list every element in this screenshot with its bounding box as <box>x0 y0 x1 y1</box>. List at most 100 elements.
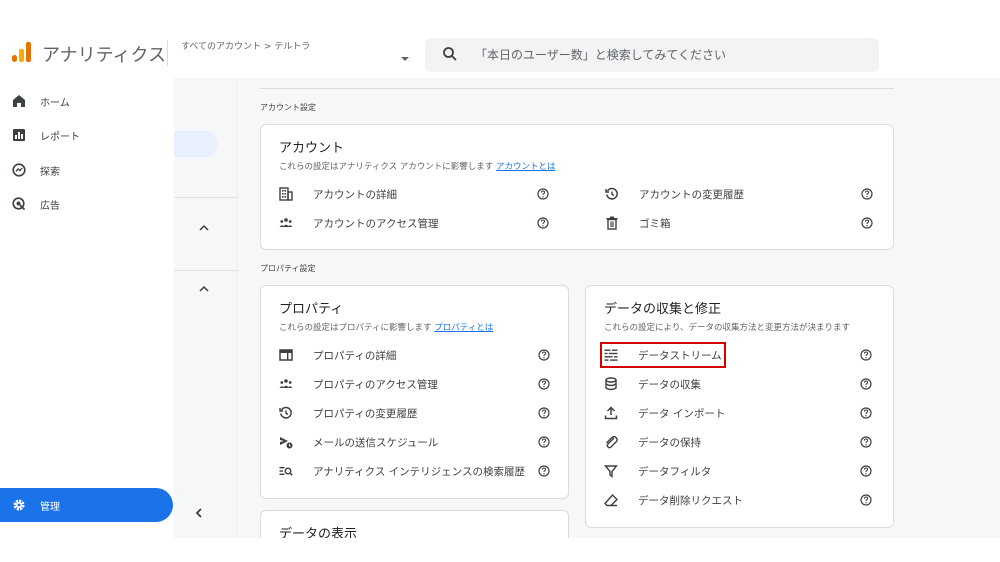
row-label: データ インポート <box>638 408 726 420</box>
search-bar[interactable] <box>425 38 879 72</box>
help-icon[interactable] <box>860 494 872 506</box>
row-label: アカウントのアクセス管理 <box>313 218 439 230</box>
property-history-row[interactable]: プロパティの変更履歴 <box>279 403 551 423</box>
property-access-row[interactable]: プロパティのアクセス管理 <box>279 374 551 394</box>
property-help-link[interactable]: プロパティとは <box>434 323 493 333</box>
gear-icon <box>13 499 25 511</box>
people-icon <box>279 218 293 227</box>
help-icon[interactable] <box>538 349 550 361</box>
row-label: プロパティのアクセス管理 <box>313 379 438 391</box>
reports-icon <box>13 129 25 141</box>
account-card-title: アカウント <box>279 141 345 156</box>
people-icon <box>279 379 293 388</box>
property-card-desc: これらの設定はプロパティに影響します プロパティとは <box>279 323 494 333</box>
property-settings-label: プロパティ設定 <box>260 264 316 273</box>
row-label: データの収集 <box>638 379 701 391</box>
building-icon <box>279 187 293 201</box>
property-card: プロパティ これらの設定はプロパティに影響します プロパティとは プロパティの詳… <box>260 285 569 499</box>
row-label: データフィルタ <box>638 466 712 478</box>
row-label: プロパティの詳細 <box>313 350 397 362</box>
nav-item-advertising[interactable]: 広告 <box>0 190 174 218</box>
nav-item-label: ホーム <box>40 98 70 109</box>
app-title[interactable]: アナリティクス <box>42 41 166 67</box>
account-dropdown-icon[interactable] <box>398 52 412 66</box>
filter-icon <box>604 465 618 478</box>
help-icon[interactable] <box>860 407 872 419</box>
database-icon <box>605 377 617 391</box>
data-retention-row[interactable]: データの保持 <box>604 432 876 452</box>
help-icon[interactable] <box>538 378 550 390</box>
account-help-link[interactable]: アカウントとは <box>496 162 556 172</box>
row-label: プロパティの変更履歴 <box>313 408 418 420</box>
data-collection-card-title: データの収集と修正 <box>604 302 722 317</box>
main-divider <box>260 88 894 89</box>
nav-item-home[interactable]: ホーム <box>0 87 174 115</box>
row-label: アナリティクス インテリジェンスの検索履歴 <box>313 466 525 478</box>
account-settings-label: アカウント設定 <box>260 103 316 112</box>
help-icon[interactable] <box>860 378 872 390</box>
search-input[interactable] <box>475 38 865 72</box>
header-divider <box>167 40 168 66</box>
analytics-logo-icon[interactable] <box>12 42 32 62</box>
property-card-title: プロパティ <box>279 302 344 317</box>
help-icon[interactable] <box>861 217 873 229</box>
upload-icon <box>604 406 618 420</box>
search-history-icon <box>279 467 293 476</box>
row-label: データ削除リクエスト <box>638 495 743 507</box>
trash-icon <box>606 216 618 230</box>
nav-item-label: 管理 <box>40 502 60 513</box>
data-import-row[interactable]: データ インポート <box>604 403 876 423</box>
nav-item-label: 広告 <box>40 201 60 212</box>
chevron-up-icon[interactable] <box>197 221 211 235</box>
left-navigation: ホーム レポート 探索 広告 管理 <box>0 78 174 538</box>
help-icon[interactable] <box>860 436 872 448</box>
advertising-icon <box>12 197 26 211</box>
data-collection-row[interactable]: データの収集 <box>604 374 876 394</box>
sub-nav-selected-item[interactable] <box>174 131 218 157</box>
row-label: アカウントの詳細 <box>313 189 397 201</box>
help-icon[interactable] <box>861 188 873 200</box>
nav-item-reports[interactable]: レポート <box>0 121 174 149</box>
help-icon[interactable] <box>860 465 872 477</box>
help-icon[interactable] <box>538 407 550 419</box>
data-collection-card-desc: これらの設定により、データの収集方法と変更方法が決まります <box>604 323 850 333</box>
data-filters-row[interactable]: データフィルタ <box>604 461 876 481</box>
help-icon[interactable] <box>537 188 549 200</box>
retention-icon <box>606 435 618 449</box>
nav-item-explore[interactable]: 探索 <box>0 156 174 184</box>
help-icon[interactable] <box>860 349 872 361</box>
admin-sub-navigation <box>174 78 238 538</box>
account-breadcrumb[interactable]: すべてのアカウント > テルトラ <box>181 39 310 52</box>
account-details-row[interactable]: アカウントの詳細 <box>279 184 549 204</box>
row-label: データの保持 <box>638 437 701 449</box>
nav-item-admin[interactable]: 管理 <box>0 488 173 522</box>
scheduled-emails-row[interactable]: メールの送信スケジュール <box>279 432 551 452</box>
admin-main-content: アカウント設定 アカウント これらの設定はアナリティクス アカウントに影響します… <box>238 78 1000 538</box>
history-icon <box>279 406 292 419</box>
data-deletion-requests-row[interactable]: データ削除リクエスト <box>604 490 876 510</box>
nav-item-label: レポート <box>40 132 80 143</box>
collapse-arrow-icon[interactable] <box>192 506 206 520</box>
intelligence-search-history-row[interactable]: アナリティクス インテリジェンスの検索履歴 <box>279 461 551 481</box>
search-icon <box>443 47 457 61</box>
data-display-card-title: データの表示 <box>279 527 358 538</box>
scheduled-email-icon <box>280 437 293 449</box>
trash-row[interactable]: ゴミ箱 <box>605 213 875 233</box>
property-details-row[interactable]: プロパティの詳細 <box>279 345 551 365</box>
app-header: アナリティクス すべてのアカウント > テルトラ <box>0 22 1000 78</box>
account-card: アカウント これらの設定はアナリティクス アカウントに影響します アカウントとは… <box>260 124 894 250</box>
bottom-margin <box>0 538 1000 562</box>
account-card-desc: これらの設定はアナリティクス アカウントに影響します アカウントとは <box>279 162 556 172</box>
help-icon[interactable] <box>538 465 550 477</box>
account-history-row[interactable]: アカウントの変更履歴 <box>605 184 875 204</box>
history-icon <box>605 187 618 200</box>
explore-icon <box>12 163 26 177</box>
property-details-icon <box>279 349 293 361</box>
chevron-up-icon[interactable] <box>197 282 211 296</box>
sub-nav-divider <box>174 270 238 271</box>
help-icon[interactable] <box>537 217 549 229</box>
row-label: アカウントの変更履歴 <box>639 189 744 201</box>
row-label: メールの送信スケジュール <box>313 437 439 449</box>
account-access-row[interactable]: アカウントのアクセス管理 <box>279 213 549 233</box>
help-icon[interactable] <box>538 436 550 448</box>
